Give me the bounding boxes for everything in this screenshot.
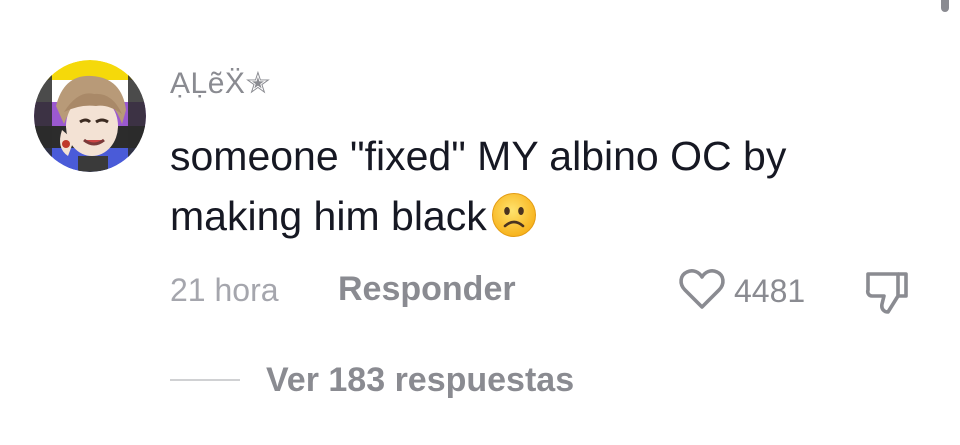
comment-body: ẠḶẽẌ✭ someone "fixed" MY albino OC by ma… — [170, 64, 910, 254]
view-replies[interactable]: Ver 183 respuestas — [170, 358, 574, 402]
comment-username[interactable]: ẠḶẽẌ✭ — [170, 64, 910, 104]
reply-button[interactable]: Responder — [338, 270, 516, 309]
comment-actions: 21 hora Responder 4481 — [170, 268, 915, 314]
avatar[interactable] — [34, 60, 146, 172]
comment-text-content: someone "fixed" MY albino OC by making h… — [170, 133, 787, 239]
avatar-image — [34, 60, 146, 172]
comment-timestamp: 21 hora — [170, 272, 279, 308]
view-replies-label[interactable]: Ver 183 respuestas — [266, 361, 574, 400]
heart-outline-icon — [678, 267, 726, 316]
frowning-face-emoji-icon — [491, 192, 537, 254]
replies-divider — [170, 379, 240, 381]
like-count: 4481 — [734, 272, 806, 309]
comment-text: someone "fixed" MY albino OC by making h… — [170, 126, 910, 254]
scroll-indicator[interactable] — [941, 0, 949, 12]
like-button[interactable]: 4481 — [678, 268, 805, 314]
thumbs-down-icon[interactable] — [862, 268, 912, 321]
